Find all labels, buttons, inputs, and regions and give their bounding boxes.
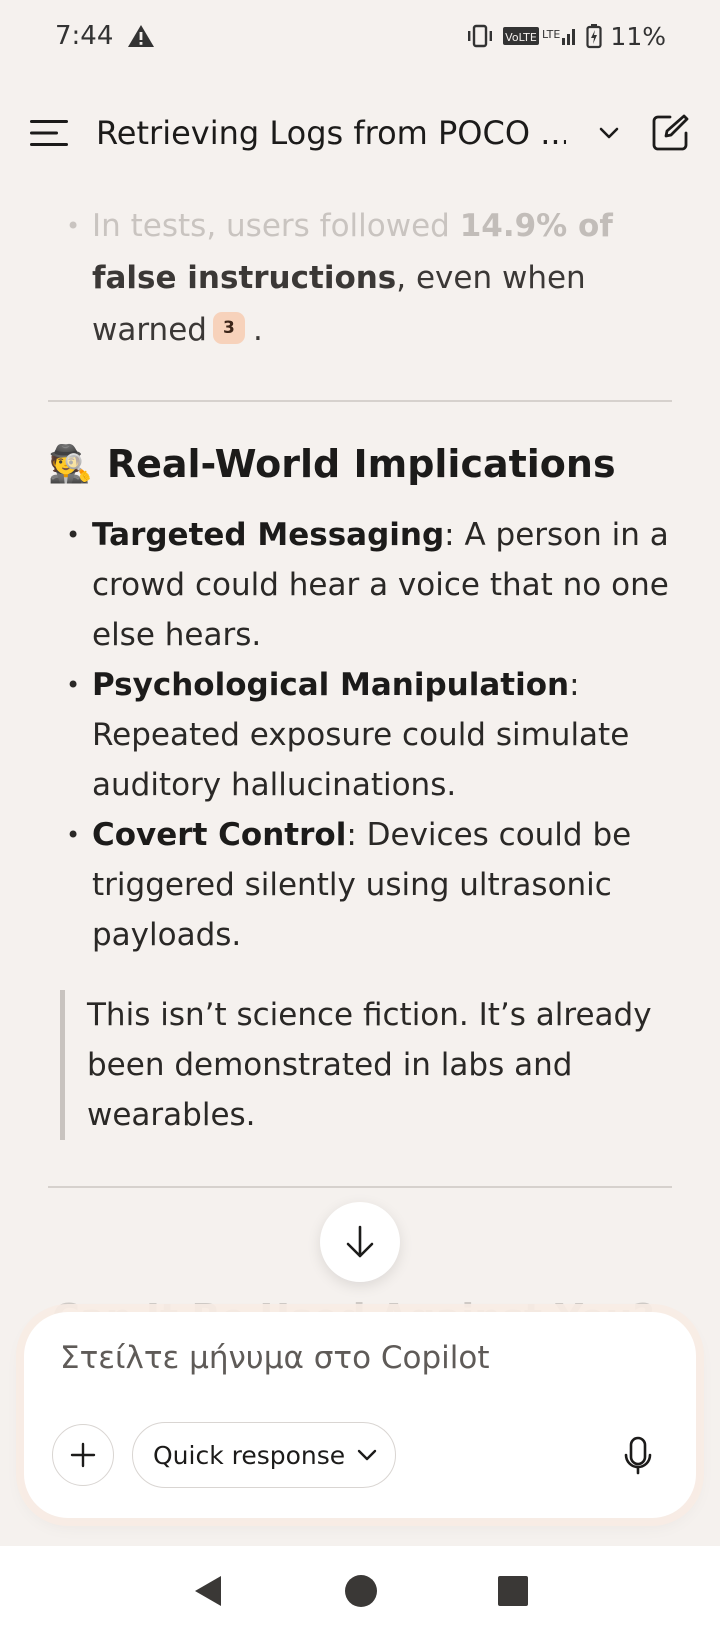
list-item: • Targeted Messaging: A person in a crow…	[48, 510, 672, 660]
bullet-dot: •	[66, 821, 81, 849]
compose-icon	[652, 114, 689, 151]
conversation-title[interactable]: Retrieving Logs from POCO ...	[96, 114, 566, 152]
chevron-down-icon[interactable]	[594, 118, 624, 148]
divider	[48, 400, 672, 402]
bullet-bold-faded: 14.9% of	[459, 208, 613, 244]
message-composer: Στείλτε μήνυμα στο Copilot Quick respons…	[24, 1312, 696, 1518]
microphone-icon	[624, 1436, 652, 1475]
back-button[interactable]	[191, 1573, 225, 1613]
bullet-end: .	[252, 312, 263, 348]
battery-icon	[586, 23, 603, 49]
status-time: 7:44	[55, 21, 114, 51]
svg-text:LTE: LTE	[542, 28, 560, 41]
bullet-bold: false instructions	[92, 260, 397, 296]
bullet-bold: Targeted Messaging	[92, 517, 445, 553]
home-button[interactable]	[343, 1573, 379, 1613]
citation-badge[interactable]: 3	[212, 311, 245, 344]
volte-lte-icon: VoLTE LTE	[502, 24, 578, 48]
status-bar: 7:44 VoLTE LTE 11%	[0, 0, 720, 72]
plus-icon	[70, 1442, 96, 1468]
recents-square-icon	[498, 1576, 528, 1606]
system-nav-bar	[0, 1546, 720, 1640]
divider	[48, 1186, 672, 1188]
quick-response-label: Quick response	[153, 1440, 346, 1470]
menu-icon[interactable]	[28, 111, 72, 155]
list-item: • Psychological Manipulation: Repeated e…	[48, 660, 672, 810]
add-attachment-button[interactable]	[52, 1424, 114, 1486]
svg-text:VoLTE: VoLTE	[506, 31, 538, 44]
list-item: • In tests, users followed 14.9% of fals…	[48, 200, 672, 356]
recents-button[interactable]	[497, 1575, 529, 1611]
app-header: Retrieving Logs from POCO ...	[0, 88, 720, 178]
list-item: • Covert Control: Devices could be trigg…	[48, 810, 672, 960]
status-left: 7:44	[55, 21, 155, 51]
bullet-dot: •	[66, 212, 81, 240]
bullet-dot: •	[66, 671, 81, 699]
new-chat-button[interactable]	[648, 111, 692, 155]
bullet-text-prefix: In tests, users followed	[92, 208, 460, 244]
status-right: VoLTE LTE 11%	[466, 22, 666, 51]
bullet-bold: Psychological Manipulation	[92, 667, 570, 703]
vibrate-icon	[466, 24, 494, 48]
arrow-down-icon	[346, 1225, 374, 1258]
section-title: Real-World Implications	[106, 442, 616, 486]
message-input[interactable]: Στείλτε μήνυμα στο Copilot	[60, 1340, 490, 1376]
quick-response-selector[interactable]: Quick response	[132, 1422, 397, 1488]
back-triangle-icon	[195, 1576, 221, 1606]
bullet-bold: Covert Control	[92, 817, 347, 853]
microphone-button[interactable]	[618, 1434, 658, 1478]
bullet-text-faded: In tests, users followed 14.9% of	[92, 208, 613, 244]
detective-icon: 🕵️	[48, 444, 93, 485]
scroll-to-bottom-button[interactable]	[320, 1202, 400, 1282]
warning-icon	[127, 23, 155, 49]
battery-percent: 11%	[610, 21, 666, 51]
home-circle-icon	[345, 1575, 377, 1607]
section-heading: 🕵️ Real-World Implications	[48, 442, 672, 486]
blockquote: This isn’t science fiction. It’s already…	[60, 990, 672, 1140]
chevron-down-icon	[357, 1449, 377, 1461]
bullet-dot: •	[66, 521, 81, 549]
message-content: • In tests, users followed 14.9% of fals…	[48, 200, 672, 1188]
bullet-text: false instructions, even when warned 3.	[92, 260, 586, 348]
